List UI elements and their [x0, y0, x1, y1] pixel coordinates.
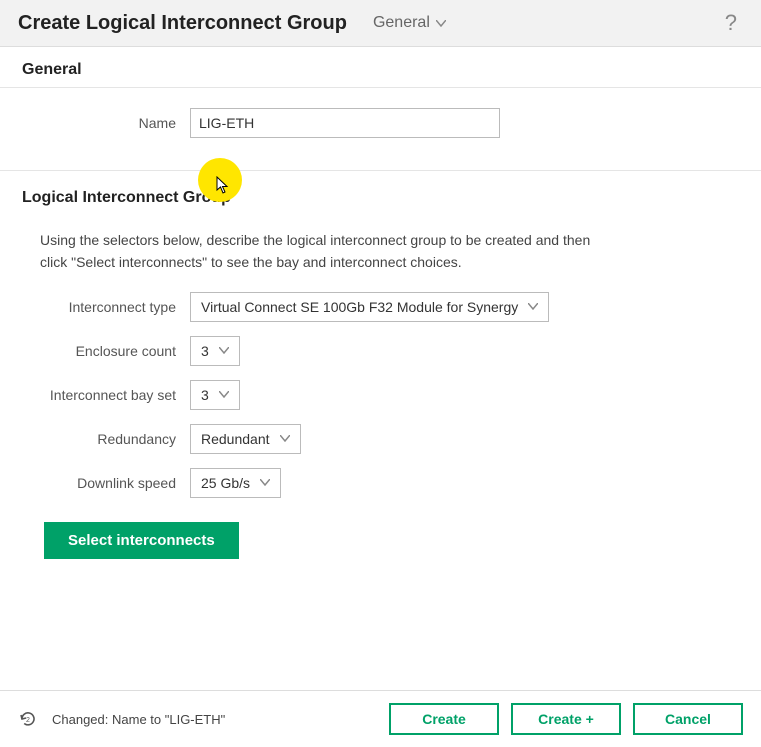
undo-icon[interactable]: 2: [18, 709, 38, 729]
interconnect-bay-set-value: 3: [201, 387, 209, 403]
interconnect-type-value: Virtual Connect SE 100Gb F32 Module for …: [201, 299, 518, 315]
chevron-down-icon: [436, 20, 446, 27]
interconnect-type-select[interactable]: Virtual Connect SE 100Gb F32 Module for …: [190, 292, 549, 322]
create-button[interactable]: Create: [389, 703, 499, 735]
enclosure-count-value: 3: [201, 343, 209, 359]
section-nav-dropdown[interactable]: General: [365, 10, 454, 36]
dialog-header: Create Logical Interconnect Group Genera…: [0, 0, 761, 47]
create-plus-button[interactable]: Create +: [511, 703, 621, 735]
section-nav-label: General: [373, 14, 430, 32]
downlink-speed-select[interactable]: 25 Gb/s: [190, 468, 281, 498]
change-status: Changed: Name to "LIG-ETH": [52, 712, 225, 727]
chevron-down-icon: [280, 435, 290, 442]
lig-section-heading: Logical Interconnect Group: [0, 171, 761, 215]
enclosure-count-label: Enclosure count: [22, 343, 190, 359]
lig-section: Using the selectors below, describe the …: [0, 229, 761, 577]
chevron-down-icon: [528, 303, 538, 310]
name-input[interactable]: [190, 108, 500, 138]
general-section: Name: [0, 88, 761, 170]
redundancy-label: Redundancy: [22, 431, 190, 447]
cancel-button[interactable]: Cancel: [633, 703, 743, 735]
page-title: Create Logical Interconnect Group: [18, 12, 347, 35]
name-label: Name: [22, 115, 190, 131]
interconnect-type-label: Interconnect type: [22, 299, 190, 315]
enclosure-count-select[interactable]: 3: [190, 336, 240, 366]
chevron-down-icon: [219, 347, 229, 354]
dialog-footer: 2 Changed: Name to "LIG-ETH" Create Crea…: [0, 690, 761, 747]
downlink-speed-label: Downlink speed: [22, 475, 190, 491]
general-section-heading: General: [0, 47, 761, 87]
interconnect-bay-set-select[interactable]: 3: [190, 380, 240, 410]
svg-text:2: 2: [26, 717, 30, 724]
redundancy-select[interactable]: Redundant: [190, 424, 301, 454]
lig-description: Using the selectors below, describe the …: [40, 229, 600, 274]
chevron-down-icon: [219, 391, 229, 398]
interconnect-bay-set-label: Interconnect bay set: [22, 387, 190, 403]
help-icon[interactable]: ?: [719, 10, 743, 36]
chevron-down-icon: [260, 479, 270, 486]
downlink-speed-value: 25 Gb/s: [201, 475, 250, 491]
select-interconnects-button[interactable]: Select interconnects: [44, 522, 239, 559]
redundancy-value: Redundant: [201, 431, 270, 447]
